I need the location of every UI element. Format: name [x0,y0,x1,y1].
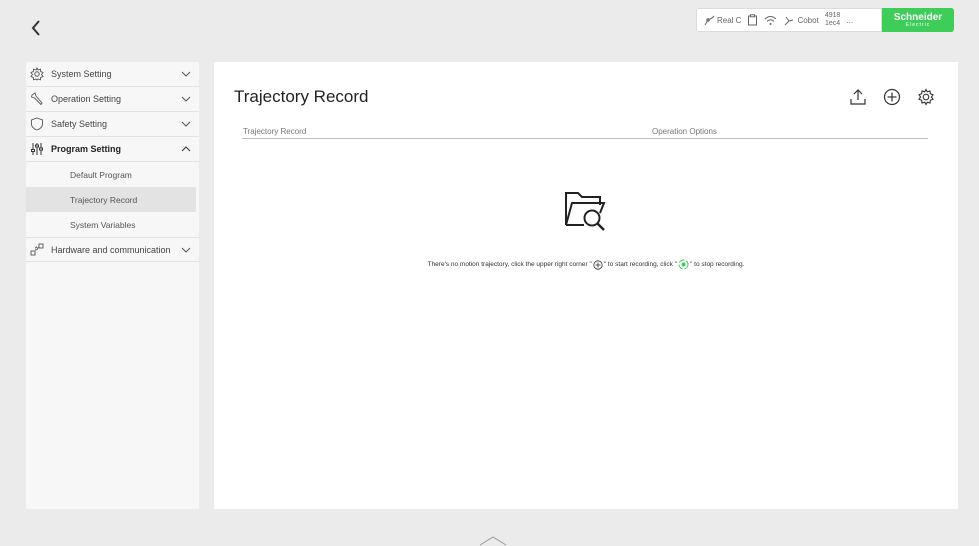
upload-icon [850,89,866,105]
table-header: Trajectory Record Operation Options [242,125,928,139]
empty-folder-search-icon [565,192,606,231]
chevron-down-icon [181,121,191,127]
robot-arm-icon [704,15,715,26]
status-bar: Real C Cobot 4918 1ec4 ... [696,8,882,32]
sidebar-subitem-label: Default Program [70,169,132,180]
sidebar-item-label: Program Setting [51,144,122,154]
sidebar-item-label: Safety Setting [51,119,108,129]
sidebar-item-label: Operation Setting [51,94,122,104]
more-button[interactable]: ... [846,16,853,25]
column-header-operation-options: Operation Options [652,127,717,136]
counter-bottom: 1ec4 [825,20,841,27]
sidebar-item-label: System Setting [51,69,112,79]
recording-icon [678,259,689,270]
wifi-icon[interactable] [764,15,777,26]
sidebar-subitem-label: System Variables [70,219,136,230]
sidebar-item-hardware-communication[interactable]: Hardware and communication [26,237,199,262]
start-recording-button[interactable] [882,87,902,107]
clipboard-icon[interactable] [747,14,758,26]
counter: 4918 1ec4 [825,12,841,28]
sidebar-subitem-system-variables[interactable]: System Variables [26,212,196,237]
network-icon [30,243,44,255]
chevron-down-icon [181,247,191,253]
chevron-down-icon [181,96,191,102]
sidebar-subitem-label: Trajectory Record [70,194,138,205]
sidebar-item-label: Hardware and communication [51,244,171,255]
brand-name: Schneider [893,11,943,23]
shield-icon [31,117,43,131]
robot-label: Cobot [797,15,819,25]
sidebar: System Setting Operation Setting Safety … [26,62,199,509]
empty-msg-part-3: " to stop recording. [690,261,745,269]
export-button[interactable] [848,87,868,107]
robot-icon [785,16,794,26]
page-title: Trajectory Record [234,87,369,106]
plus-circle-icon [593,259,603,270]
sidebar-item-system-setting[interactable]: System Setting [26,62,199,87]
brand-sub: Electric [905,21,931,28]
chevron-left-icon [31,20,40,36]
main-panel: Trajectory Record Trajectory Record Oper… [214,62,958,509]
mode-indicator[interactable]: Real C [703,14,741,26]
back-button[interactable] [26,16,46,40]
empty-msg-part-2: " to start recording, click " [603,261,678,269]
sliders-icon [31,143,43,155]
counter-top: 4918 [824,12,841,19]
gear-icon [918,88,934,106]
wrench-icon [30,92,43,106]
empty-state-message: There's no motion trajectory, click the … [214,259,958,270]
chevron-up-icon [181,146,191,152]
chevron-down-icon [181,71,191,77]
sidebar-subitem-trajectory-record[interactable]: Trajectory Record [26,187,196,212]
robot-indicator[interactable]: Cobot [783,14,819,26]
settings-button[interactable] [916,87,936,107]
sidebar-item-operation-setting[interactable]: Operation Setting [26,87,199,112]
gear-icon [30,67,44,81]
plus-circle-icon [883,88,901,106]
sidebar-subitem-default-program[interactable]: Default Program [26,162,196,187]
column-header-trajectory-record: Trajectory Record [243,127,307,136]
chevron-up-icon[interactable] [478,535,508,546]
empty-msg-part-1: There's no motion trajectory, click the … [427,261,592,269]
sidebar-item-program-setting[interactable]: Program Setting [26,137,199,162]
toolbar [848,87,936,107]
mode-label: Real C [717,15,742,25]
brand-logo: Schneider Electric [882,8,954,32]
sidebar-item-safety-setting[interactable]: Safety Setting [26,112,199,137]
